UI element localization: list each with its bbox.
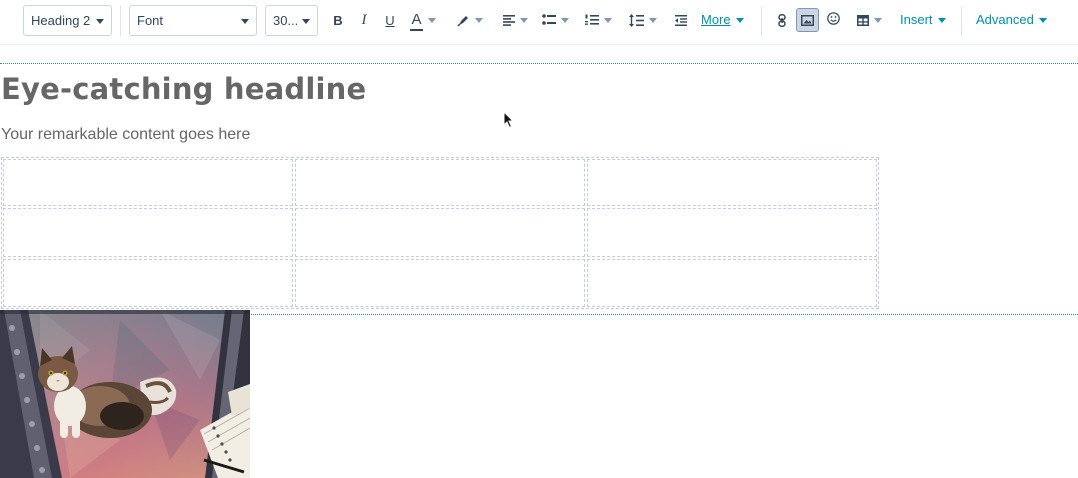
align-left-icon	[502, 14, 515, 26]
table-cell[interactable]	[587, 159, 877, 206]
toolbar-divider	[120, 6, 121, 36]
toolbar-divider	[961, 6, 962, 36]
bulleted-list-icon	[541, 14, 556, 25]
chevron-down-icon	[519, 17, 528, 23]
block-style-dropdown[interactable]: Heading 2	[23, 5, 112, 36]
chevron-down-icon	[96, 19, 104, 24]
table-cell[interactable]	[295, 259, 585, 307]
italic-button[interactable]: I	[357, 7, 371, 33]
table-cell[interactable]	[587, 259, 877, 307]
chevron-down-icon	[937, 17, 946, 23]
more-menu-button[interactable]: More	[701, 7, 744, 33]
table-cell[interactable]	[3, 159, 293, 206]
highlight-color-button[interactable]	[454, 7, 486, 33]
insert-emoji-button[interactable]	[826, 5, 841, 31]
toolbar-divider	[761, 6, 762, 36]
section-boundary-top	[0, 63, 1078, 64]
chevron-down-icon	[735, 17, 744, 23]
toolbar-border	[0, 44, 1078, 45]
headline-heading[interactable]: Eye-catching headline	[1, 72, 366, 106]
chevron-down-icon	[648, 17, 657, 23]
text-align-button[interactable]	[501, 7, 529, 33]
font-size-dropdown[interactable]: 30...	[265, 5, 318, 36]
block-style-value: Heading 2	[31, 13, 91, 28]
chevron-down-icon	[1038, 17, 1047, 23]
mouse-cursor-icon	[503, 111, 515, 129]
outdent-icon	[675, 14, 687, 26]
chevron-down-icon	[560, 17, 569, 23]
italic-icon: I	[361, 11, 367, 28]
advanced-menu-button[interactable]: Advanced	[976, 7, 1047, 33]
insert-table-button[interactable]	[853, 7, 885, 33]
link-icon	[777, 13, 786, 27]
chevron-down-icon	[603, 17, 612, 23]
insert-link-button[interactable]	[775, 7, 788, 33]
chevron-down-icon	[302, 19, 310, 24]
chevron-down-icon	[873, 17, 882, 23]
underline-icon: U	[385, 12, 395, 28]
text-color-button[interactable]: A	[406, 7, 440, 33]
body-paragraph[interactable]: Your remarkable content goes here	[1, 126, 250, 144]
table-cell[interactable]	[3, 259, 293, 307]
chevron-down-icon	[428, 17, 436, 23]
line-height-icon	[628, 13, 644, 27]
content-table[interactable]	[1, 157, 879, 309]
font-family-value: Font	[137, 13, 164, 28]
bold-icon: B	[333, 12, 343, 28]
insert-menu-label: Insert	[900, 12, 933, 27]
highlighter-icon	[457, 15, 468, 27]
numbered-list-icon	[584, 14, 599, 25]
table-cell[interactable]	[295, 208, 585, 257]
outdent-button[interactable]	[674, 7, 688, 33]
chevron-down-icon	[475, 17, 483, 23]
numbered-list-button[interactable]	[582, 7, 614, 33]
table-icon	[856, 14, 869, 26]
line-height-button[interactable]	[626, 7, 659, 33]
smiley-icon	[827, 11, 840, 25]
cat-on-rug-image[interactable]	[0, 310, 250, 478]
advanced-menu-label: Advanced	[976, 12, 1034, 27]
insert-image-button[interactable]	[796, 8, 819, 32]
more-menu-label: More	[701, 12, 731, 27]
bold-button[interactable]: B	[331, 7, 345, 33]
underline-button[interactable]: U	[383, 7, 397, 33]
chevron-down-icon	[241, 19, 249, 24]
table-cell[interactable]	[3, 208, 293, 257]
table-cell[interactable]	[295, 159, 585, 206]
bulleted-list-button[interactable]	[539, 7, 571, 33]
image-icon	[801, 14, 814, 26]
insert-menu-button[interactable]: Insert	[900, 7, 946, 33]
font-size-value: 30...	[273, 13, 299, 28]
rich-text-toolbar: Heading 2 Font 30... B I U A More Insert…	[0, 0, 1078, 40]
text-color-icon: A	[410, 12, 423, 31]
font-family-dropdown[interactable]: Font	[129, 5, 257, 36]
table-cell[interactable]	[587, 208, 877, 257]
